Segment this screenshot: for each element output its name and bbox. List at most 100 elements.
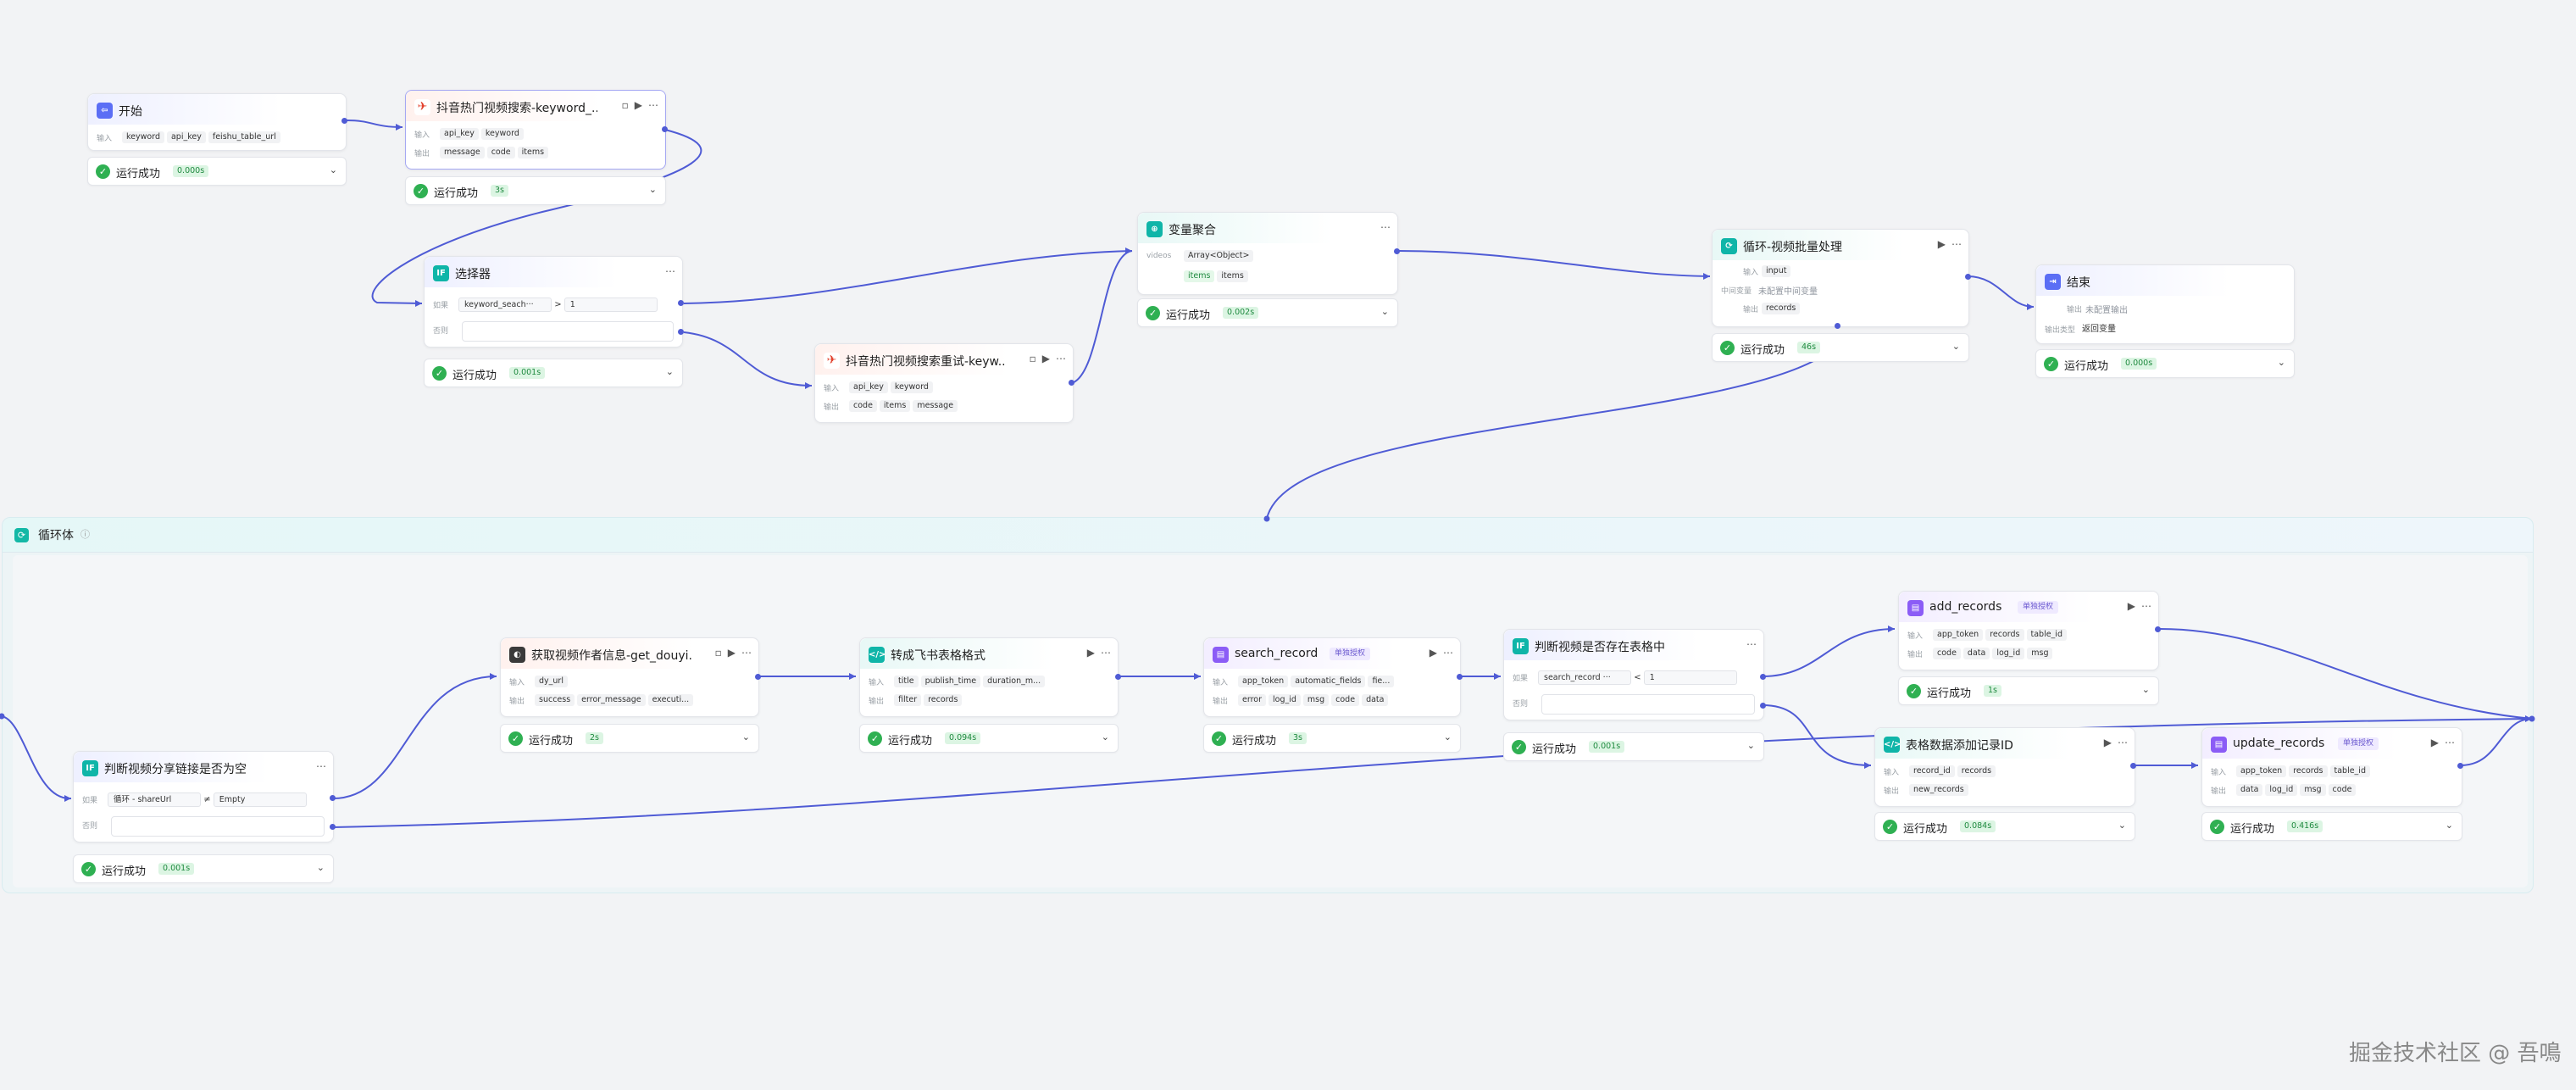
run-status[interactable]: ✓ 运行成功 1s ⌄ xyxy=(1898,676,2159,705)
run-icon[interactable]: ▶ xyxy=(635,99,642,111)
run-icon[interactable]: ▶ xyxy=(2431,737,2439,748)
more-icon[interactable]: ⋯ xyxy=(1056,353,1066,364)
chevron-down-icon[interactable]: ⌄ xyxy=(649,184,657,195)
run-icon[interactable]: ▶ xyxy=(1042,353,1050,364)
condition-variable[interactable]: 循环 - shareUrl xyxy=(108,792,201,807)
output-port[interactable] xyxy=(2155,626,2161,632)
more-icon[interactable]: ⋯ xyxy=(1443,647,1453,659)
if-icon: IF xyxy=(82,760,98,776)
chevron-down-icon[interactable]: ⌄ xyxy=(330,164,337,175)
output-port[interactable] xyxy=(1965,274,1971,280)
input-row: 输入 input xyxy=(1721,265,1962,279)
run-icon[interactable]: ▶ xyxy=(1938,238,1946,250)
node-get-author-info[interactable]: ◐ 获取视频作者信息-get_douyi... ▫ ▶ ⋯ 输入 dy_url 输出 s… xyxy=(500,637,759,717)
run-status[interactable]: ✓ 运行成功 2s ⌄ xyxy=(500,724,759,753)
condition-value[interactable]: Empty xyxy=(213,792,307,807)
chevron-down-icon[interactable]: ⌄ xyxy=(666,366,674,377)
more-icon[interactable]: ⋯ xyxy=(665,265,675,277)
run-icon[interactable]: ▶ xyxy=(728,647,736,659)
more-icon[interactable]: ⋯ xyxy=(741,647,752,659)
output-port[interactable] xyxy=(341,118,347,124)
more-icon[interactable]: ⋯ xyxy=(2118,737,2128,748)
else-output-port[interactable] xyxy=(1760,703,1766,709)
save-icon[interactable]: ▫ xyxy=(1030,353,1036,364)
condition-value[interactable]: 1 xyxy=(564,298,658,312)
node-check-share-url[interactable]: IF 判断视频分享链接是否为空 ⋯ 如果 循环 - shareUrl ≠ Empt… xyxy=(73,751,334,843)
node-search-record[interactable]: ▤ search_record 单独授权 ▶ ⋯ 输入 app_token autom… xyxy=(1203,637,1461,717)
run-status[interactable]: ✓ 运行成功 0.002s ⌄ xyxy=(1137,298,1398,327)
chevron-down-icon[interactable]: ⌄ xyxy=(1444,731,1452,742)
save-icon[interactable]: ▫ xyxy=(715,647,722,659)
success-check-icon: ✓ xyxy=(414,184,428,198)
chevron-down-icon[interactable]: ⌄ xyxy=(2142,684,2150,695)
run-status[interactable]: ✓ 运行成功 0.001s ⌄ xyxy=(424,359,683,387)
output-port[interactable] xyxy=(1115,674,1121,680)
else-output-port[interactable] xyxy=(678,329,684,335)
node-selector[interactable]: IF 选择器 ⋯ 如果 keyword_seach··· > 1 否则 xyxy=(424,256,683,348)
condition-variable[interactable]: search_record ··· xyxy=(1538,670,1631,685)
output-port[interactable] xyxy=(755,674,761,680)
chevron-down-icon[interactable]: ⌄ xyxy=(1747,740,1755,751)
node-variable-aggregate[interactable]: ⊕ 变量聚合 ⋯ videos Array<Object> items items xyxy=(1137,212,1398,295)
chevron-down-icon[interactable]: ⌄ xyxy=(2446,820,2453,831)
chevron-down-icon[interactable]: ⌄ xyxy=(742,731,750,742)
run-status[interactable]: ✓ 运行成功 0.001s ⌄ xyxy=(1503,732,1764,761)
chevron-down-icon[interactable]: ⌄ xyxy=(2118,820,2126,831)
if-output-port[interactable] xyxy=(678,300,684,306)
run-status[interactable]: ✓ 运行成功 0.000s ⌄ xyxy=(2035,349,2295,378)
run-status[interactable]: ✓ 运行成功 0.416s ⌄ xyxy=(2201,812,2462,841)
chevron-down-icon[interactable]: ⌄ xyxy=(317,862,325,873)
more-icon[interactable]: ⋯ xyxy=(1951,238,1962,250)
run-icon[interactable]: ▶ xyxy=(2128,600,2135,612)
loop-body-port[interactable] xyxy=(1835,323,1840,329)
node-loop-batch[interactable]: ⟳ 循环-视频批量处理 ▶ ⋯ 输入 input 中间变量 未配置中间变量 输出 rec… xyxy=(1712,229,1969,327)
chevron-down-icon[interactable]: ⌄ xyxy=(1381,306,1389,317)
auth-badge[interactable]: 单独授权 xyxy=(1330,648,1371,660)
condition-value[interactable]: 1 xyxy=(1643,670,1737,685)
more-icon[interactable]: ⋯ xyxy=(2141,600,2151,612)
save-icon[interactable]: ▫ xyxy=(622,99,629,111)
more-icon[interactable]: ⋯ xyxy=(2445,737,2455,748)
more-icon[interactable]: ⋯ xyxy=(316,760,326,772)
node-start[interactable]: ⇦ 开始 输入 keyword api_key feishu_table_url xyxy=(87,93,347,151)
output-port[interactable] xyxy=(1457,674,1463,680)
node-end[interactable]: ⇥ 结束 输出 未配置输出 输出类型 返回变量 xyxy=(2035,264,2295,344)
auth-badge[interactable]: 单独授权 xyxy=(2338,737,2379,750)
output-port[interactable] xyxy=(1394,248,1400,254)
node-add-record-id[interactable]: </> 表格数据添加记录ID ▶ ⋯ 输入 record_id records 输出 n… xyxy=(1874,727,2135,807)
more-icon[interactable]: ⋯ xyxy=(1380,221,1391,233)
chevron-down-icon[interactable]: ⌄ xyxy=(1952,341,1960,352)
node-update-records[interactable]: ▤ update_records 单独授权 ▶ ⋯ 输入 app_token reco… xyxy=(2201,727,2462,807)
run-status[interactable]: ✓ 运行成功 0.094s ⌄ xyxy=(859,724,1119,753)
node-convert-table-format[interactable]: </> 转成飞书表格格式 ▶ ⋯ 输入 title publish_time durat… xyxy=(859,637,1119,717)
condition-variable[interactable]: keyword_seach··· xyxy=(458,298,552,312)
chevron-down-icon[interactable]: ⌄ xyxy=(2278,357,2285,368)
run-status[interactable]: ✓ 运行成功 0.084s ⌄ xyxy=(1874,812,2135,841)
else-output-port[interactable] xyxy=(330,824,336,830)
node-title: 选择器 xyxy=(455,268,491,281)
more-icon[interactable]: ⋯ xyxy=(1746,638,1757,650)
info-icon[interactable]: ⓘ xyxy=(80,527,90,541)
run-icon[interactable]: ▶ xyxy=(1430,647,1437,659)
run-icon[interactable]: ▶ xyxy=(2104,737,2112,748)
more-icon[interactable]: ⋯ xyxy=(648,99,658,111)
run-status[interactable]: ✓ 运行成功 0.000s ⌄ xyxy=(87,157,347,186)
run-status[interactable]: ✓ 运行成功 0.001s ⌄ xyxy=(73,854,334,883)
node-check-exists[interactable]: IF 判断视频是否存在表格中 ⋯ 如果 search_record ··· < 1… xyxy=(1503,629,1764,720)
run-status[interactable]: ✓ 运行成功 3s ⌄ xyxy=(1203,724,1461,753)
output-port[interactable] xyxy=(2130,763,2136,769)
if-output-port[interactable] xyxy=(1760,674,1766,680)
run-status[interactable]: ✓ 运行成功 46s ⌄ xyxy=(1712,333,1969,362)
run-status[interactable]: ✓ 运行成功 3s ⌄ xyxy=(405,176,666,205)
chevron-down-icon[interactable]: ⌄ xyxy=(1102,731,1109,742)
output-port[interactable] xyxy=(662,126,668,132)
if-output-port[interactable] xyxy=(330,795,336,801)
output-port[interactable] xyxy=(2457,763,2463,769)
output-port[interactable] xyxy=(1069,380,1074,386)
more-icon[interactable]: ⋯ xyxy=(1101,647,1111,659)
node-douyin-search-retry[interactable]: ✈ 抖音热门视频搜索重试-keyw... ▫ ▶ ⋯ 输入 api_key keywor… xyxy=(814,343,1074,423)
node-douyin-search[interactable]: ✈ 抖音热门视频搜索-keyword_... ▫ ▶ ⋯ 输入 api_key keyw… xyxy=(405,90,666,170)
auth-badge[interactable]: 单独授权 xyxy=(2018,601,2059,614)
run-icon[interactable]: ▶ xyxy=(1087,647,1095,659)
node-add-records[interactable]: ▤ add_records 单独授权 ▶ ⋯ 输入 app_token records… xyxy=(1898,591,2159,670)
